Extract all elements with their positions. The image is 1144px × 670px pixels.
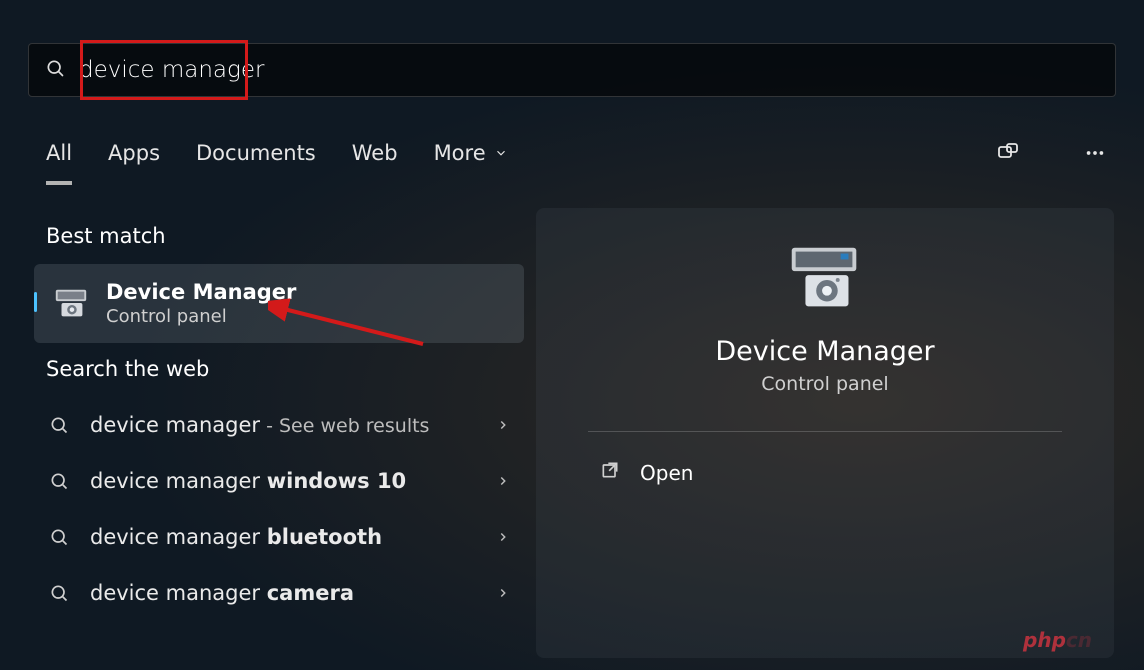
web-result-item[interactable]: device manager bluetooth xyxy=(34,509,524,565)
chevron-right-icon xyxy=(496,413,510,437)
web-result-item[interactable]: device manager - See web results xyxy=(34,397,524,453)
web-result-label: device manager bluetooth xyxy=(90,525,476,549)
more-options-icon[interactable] xyxy=(1084,142,1106,164)
tab-all[interactable]: All xyxy=(46,135,72,185)
device-manager-icon xyxy=(780,244,870,314)
open-label: Open xyxy=(640,461,693,485)
search-web-heading: Search the web xyxy=(46,357,512,381)
preview-panel: Device Manager Control panel Open xyxy=(536,208,1114,658)
search-icon xyxy=(45,58,65,82)
best-match-title: Device Manager xyxy=(106,280,296,304)
device-manager-icon xyxy=(52,285,90,323)
preview-subtitle: Control panel xyxy=(761,373,888,395)
tab-apps[interactable]: Apps xyxy=(108,135,160,171)
open-action[interactable]: Open xyxy=(588,432,1062,513)
web-result-item[interactable]: device manager windows 10 xyxy=(34,453,524,509)
watermark: phpcn xyxy=(1023,628,1092,652)
web-result-label: device manager windows 10 xyxy=(90,469,476,493)
preview-title: Device Manager xyxy=(715,336,934,367)
web-result-label: device manager camera xyxy=(90,581,476,605)
chevron-right-icon xyxy=(496,469,510,493)
filter-tabs: All Apps Documents Web More xyxy=(46,135,1106,171)
results-column: Best match Device Manager Control panel … xyxy=(34,210,524,621)
best-match-heading: Best match xyxy=(46,224,512,248)
search-icon xyxy=(48,583,70,603)
chevron-down-icon xyxy=(494,146,508,160)
search-icon xyxy=(48,471,70,491)
tab-documents[interactable]: Documents xyxy=(196,135,316,171)
tab-more[interactable]: More xyxy=(434,135,508,171)
best-match-result[interactable]: Device Manager Control panel xyxy=(34,264,524,343)
chevron-right-icon xyxy=(496,581,510,605)
web-result-item[interactable]: device manager camera xyxy=(34,565,524,621)
chevron-right-icon xyxy=(496,525,510,549)
web-result-label: device manager - See web results xyxy=(90,413,476,437)
best-match-text: Device Manager Control panel xyxy=(106,280,296,327)
best-match-subtitle: Control panel xyxy=(106,306,296,327)
search-icon xyxy=(48,415,70,435)
search-bar[interactable] xyxy=(28,43,1116,97)
web-results-list: device manager - See web results device … xyxy=(34,397,524,621)
tab-more-label: More xyxy=(434,141,486,165)
chat-icon[interactable] xyxy=(996,141,1020,165)
search-icon xyxy=(48,527,70,547)
tab-web[interactable]: Web xyxy=(352,135,398,171)
search-input[interactable] xyxy=(79,57,379,83)
open-icon xyxy=(600,460,620,485)
